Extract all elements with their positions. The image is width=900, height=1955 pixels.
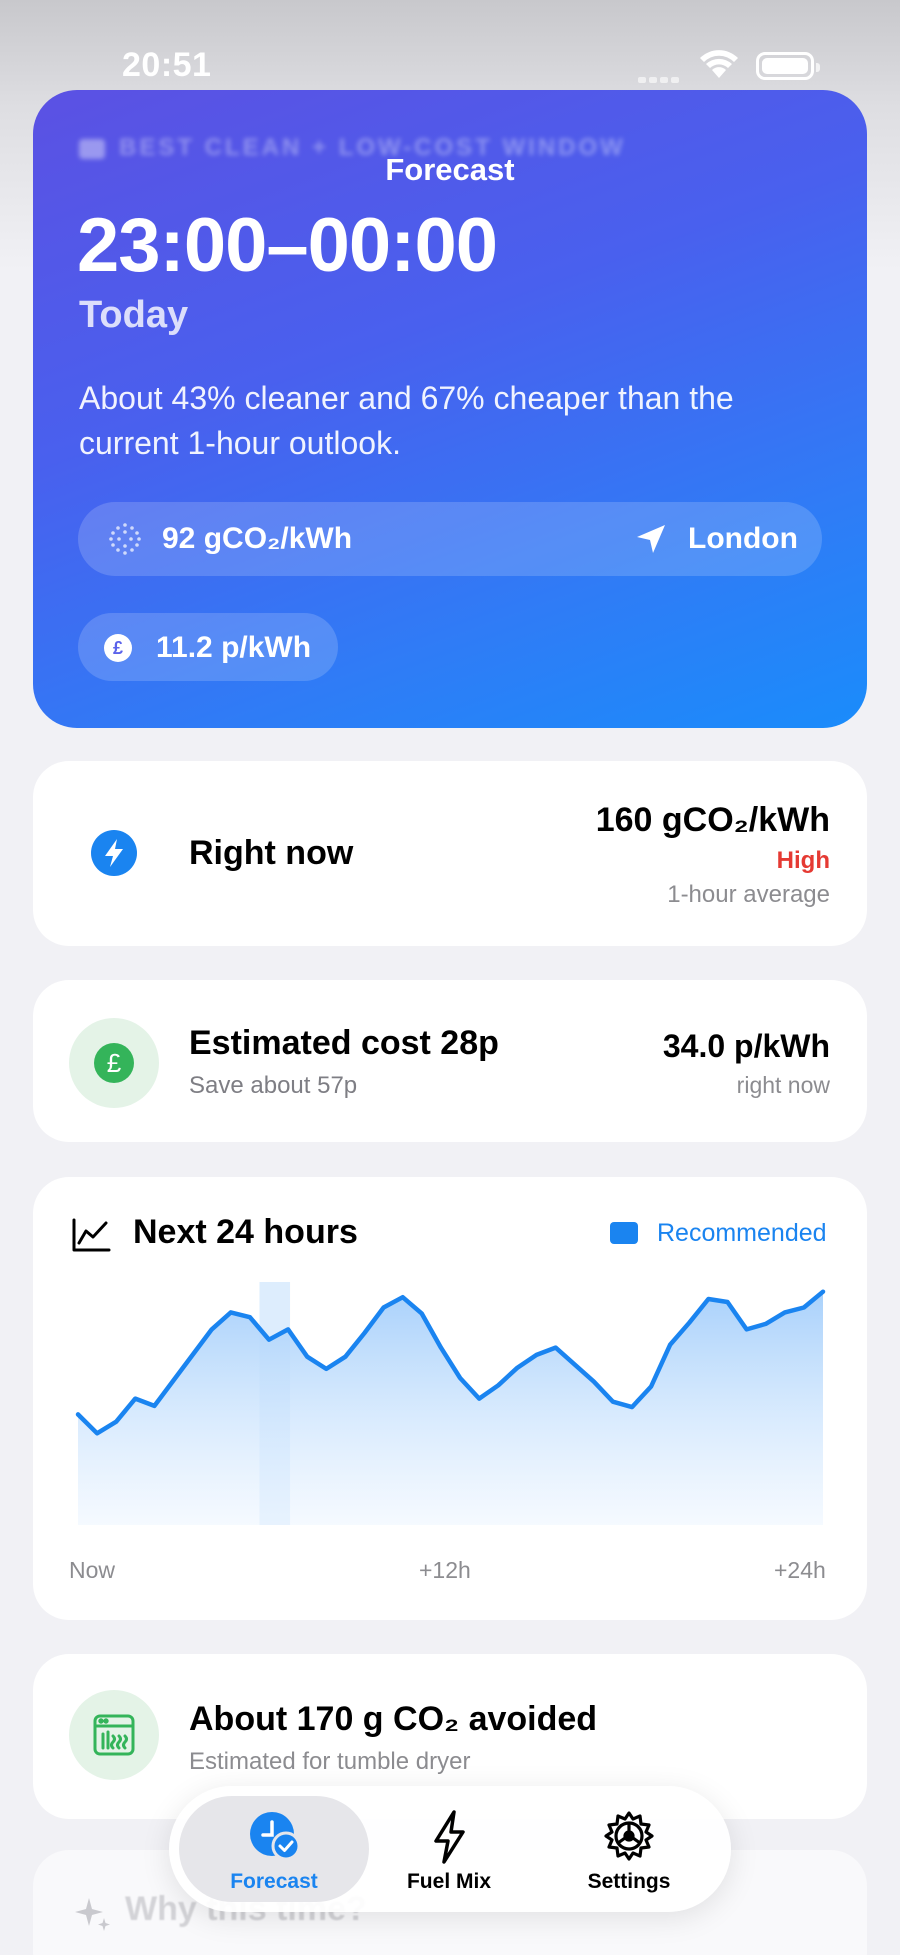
- carbon-location-pill[interactable]: 92 gCO₂/kWh London: [78, 502, 822, 576]
- grid-dots-icon: [108, 522, 142, 556]
- avoided-title: About 170 g CO₂ avoided: [189, 1700, 598, 1738]
- bolt-icon: [91, 830, 137, 876]
- x-label-now: Now: [69, 1557, 116, 1583]
- intensity-level-badge: High: [776, 847, 830, 874]
- best-window-day: Today: [79, 294, 189, 336]
- forecast-line-chart: [75, 1282, 826, 1525]
- page-title: Forecast: [385, 152, 515, 187]
- right-now-note: 1-hour average: [667, 881, 830, 908]
- best-window-carbon: 92 gCO₂/kWh: [162, 522, 353, 555]
- tab-fuel-mix-label: Fuel Mix: [406, 1870, 491, 1893]
- forecast-chart-card[interactable]: Next 24 hours Recommended Now +12h +24h: [33, 1177, 867, 1620]
- tab-settings[interactable]: Settings: [539, 1796, 719, 1902]
- cost-subtitle: Save about 57p: [189, 1072, 358, 1099]
- best-window-card[interactable]: BEST CLEAN + LOW-COST WINDOW Forecast 23…: [33, 90, 867, 728]
- x-label-12h: +12h: [419, 1557, 471, 1583]
- status-time: 20:51: [122, 46, 212, 84]
- battery-icon: [756, 52, 820, 80]
- avoided-subtitle: Estimated for tumble dryer: [189, 1748, 471, 1775]
- wifi-icon: [698, 48, 740, 85]
- dryer-icon: [69, 1690, 159, 1780]
- bolt-icon: [429, 1810, 469, 1869]
- location-name: London: [688, 522, 798, 555]
- tab-forecast-label: Forecast: [230, 1870, 318, 1893]
- price-pill[interactable]: £ 11.2 p/kWh: [78, 613, 338, 681]
- cost-title: Estimated cost 28p: [189, 1024, 499, 1062]
- sparkles-icon: [73, 1894, 113, 1939]
- cost-card[interactable]: £ Estimated cost 28p Save about 57p 34.0…: [33, 980, 867, 1142]
- tab-settings-label: Settings: [587, 1870, 671, 1893]
- right-now-card[interactable]: Right now 160 gCO₂/kWh High 1-hour avera…: [33, 761, 867, 946]
- current-price-note: right now: [736, 1072, 830, 1098]
- best-window-description: About 43% cleaner and 67% cheaper than t…: [79, 380, 734, 461]
- right-now-value: 160 gCO₂/kWh: [595, 801, 830, 839]
- forecast-area: [78, 1291, 823, 1525]
- cellular-signal-icon: [638, 70, 682, 88]
- tab-forecast[interactable]: Forecast: [179, 1796, 369, 1902]
- right-now-title: Right now: [189, 834, 354, 872]
- clock-check-icon: [244, 1810, 304, 1865]
- status-bar: 20:51: [0, 42, 900, 88]
- gear-icon: [603, 1810, 655, 1867]
- location-arrow-icon: [634, 522, 668, 561]
- tab-bar: Forecast Fuel Mix Settings: [169, 1786, 731, 1912]
- x-label-24h: +24h: [774, 1557, 826, 1583]
- pound-icon: £: [69, 1018, 159, 1108]
- current-price: 34.0 p/kWh: [662, 1028, 830, 1064]
- best-window-price: 11.2 p/kWh: [156, 631, 312, 664]
- tab-fuel-mix[interactable]: Fuel Mix: [379, 1796, 519, 1902]
- pound-icon: £: [104, 634, 132, 662]
- best-window-time: 23:00–00:00: [77, 203, 498, 288]
